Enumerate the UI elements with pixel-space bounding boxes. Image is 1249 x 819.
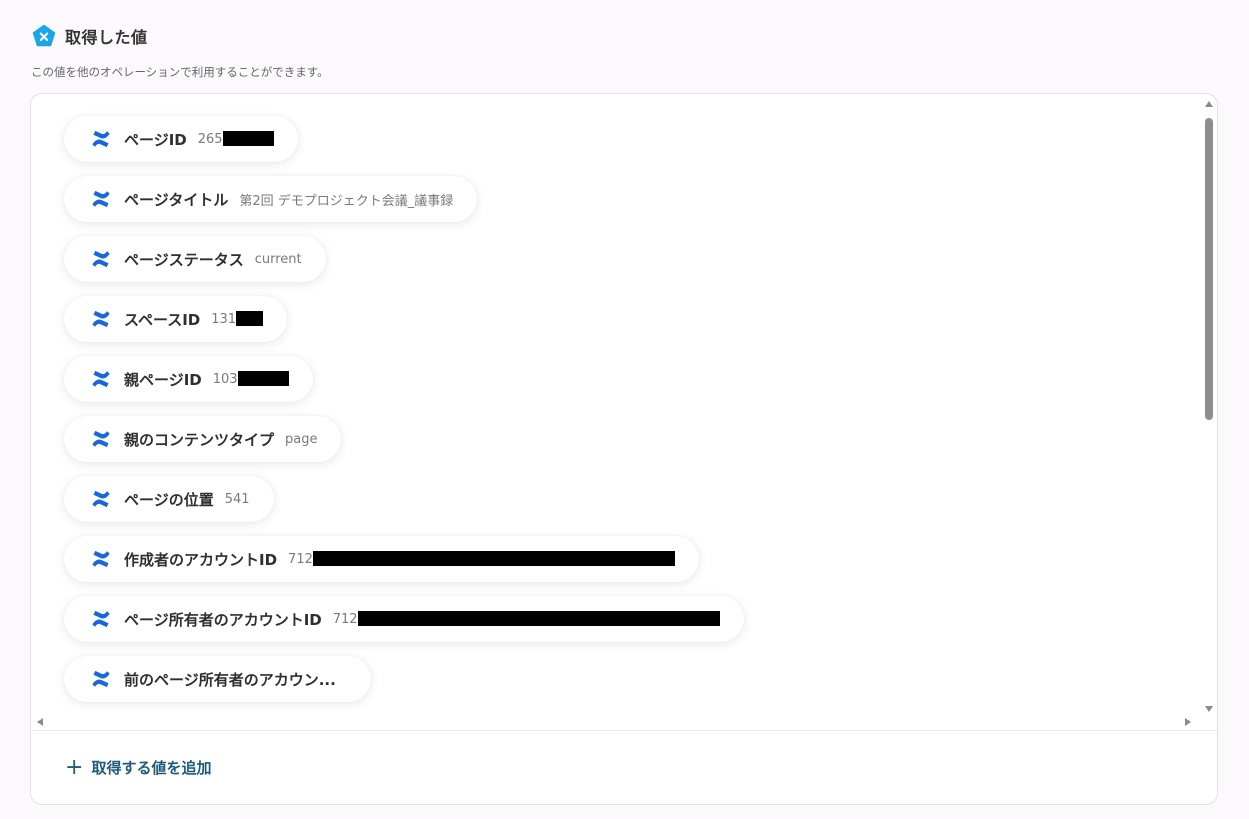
- chip-value: 103: [212, 371, 238, 387]
- value-chip-previous-owner-account-id[interactable]: 前のページ所有者のアカウン...: [64, 656, 371, 702]
- plus-icon: +: [65, 754, 84, 780]
- chip-label: 前のページ所有者のアカウン...: [124, 670, 336, 689]
- redacted-value: [236, 310, 264, 326]
- chip-value: 541: [224, 491, 250, 507]
- value-chip-author-account-id[interactable]: 作成者のアカウントID 712: [64, 536, 699, 582]
- chip-label: ページの位置: [124, 490, 214, 509]
- value-chip-owner-account-id[interactable]: ページ所有者のアカウントID 712: [64, 596, 744, 642]
- value-chip-page-status[interactable]: ページステータス current: [64, 236, 326, 282]
- redacted-value: [222, 130, 274, 146]
- value-chip-page-title[interactable]: ページタイトル 第2回 デモプロジェクト会議_議事録: [64, 176, 478, 222]
- horizontal-scrollbar[interactable]: [31, 715, 1201, 729]
- panel-footer: + 取得する値を追加: [31, 730, 1217, 804]
- confluence-icon: [92, 610, 110, 628]
- confluence-icon: [92, 130, 110, 148]
- scrollbar-thumb[interactable]: [1205, 118, 1213, 420]
- chip-label: 親ページID: [124, 370, 202, 389]
- chip-value: 712: [288, 551, 313, 567]
- redacted-value: [312, 550, 675, 566]
- confluence-icon: [92, 310, 110, 328]
- confluence-icon: [92, 670, 110, 688]
- add-value-label: 取得する値を追加: [91, 759, 212, 777]
- scroll-down-arrow-icon[interactable]: [1205, 706, 1213, 712]
- page-title: 取得した値: [65, 28, 148, 47]
- confluence-icon: [92, 490, 110, 508]
- vertical-scrollbar[interactable]: [1201, 94, 1217, 715]
- confluence-icon: [92, 250, 110, 268]
- add-value-button[interactable]: + 取得する値を追加: [65, 754, 212, 780]
- yoom-pentagon-x-icon: [32, 24, 56, 47]
- chip-value: 131: [211, 311, 237, 327]
- confluence-icon: [92, 550, 110, 568]
- chip-label: 作成者のアカウントID: [124, 550, 278, 569]
- values-panel: ページID 265 ページタイトル 第2回 デモプロジェクト会議_議事録 ページ…: [30, 93, 1218, 805]
- scroll-up-arrow-icon[interactable]: [1205, 101, 1213, 107]
- chip-label: スペースID: [124, 310, 201, 329]
- value-chip-page-id[interactable]: ページID 265: [64, 116, 298, 162]
- confluence-icon: [92, 430, 110, 448]
- value-chip-parent-content-type[interactable]: 親のコンテンツタイプ page: [64, 416, 342, 462]
- page-subtitle: この値を他のオペレーションで利用することができます。: [31, 65, 329, 79]
- chip-value: 265: [197, 131, 223, 147]
- chip-value: current: [254, 251, 302, 267]
- section-header: 取得した値: [32, 24, 148, 48]
- chip-value: page: [285, 431, 318, 447]
- chip-value: 712: [332, 611, 358, 627]
- value-chip-page-position[interactable]: ページの位置 541: [64, 476, 274, 522]
- values-list: ページID 265 ページタイトル 第2回 デモプロジェクト会議_議事録 ページ…: [31, 94, 1201, 715]
- scroll-right-arrow-icon[interactable]: [1185, 718, 1191, 726]
- redacted-value: [237, 370, 289, 386]
- chip-label: 親のコンテンツタイプ: [124, 430, 275, 449]
- redacted-value: [357, 610, 720, 626]
- confluence-icon: [92, 190, 110, 208]
- value-chip-space-id[interactable]: スペースID 131: [64, 296, 288, 342]
- chip-value: 第2回 デモプロジェクト会議_議事録: [239, 193, 454, 209]
- confluence-icon: [92, 370, 110, 388]
- chip-label: ページ所有者のアカウントID: [124, 610, 322, 629]
- value-chip-parent-page-id[interactable]: 親ページID 103: [64, 356, 313, 402]
- chip-label: ページステータス: [124, 250, 244, 269]
- chip-label: ページID: [124, 130, 187, 149]
- chip-label: ページタイトル: [124, 190, 229, 209]
- scroll-left-arrow-icon[interactable]: [37, 718, 43, 726]
